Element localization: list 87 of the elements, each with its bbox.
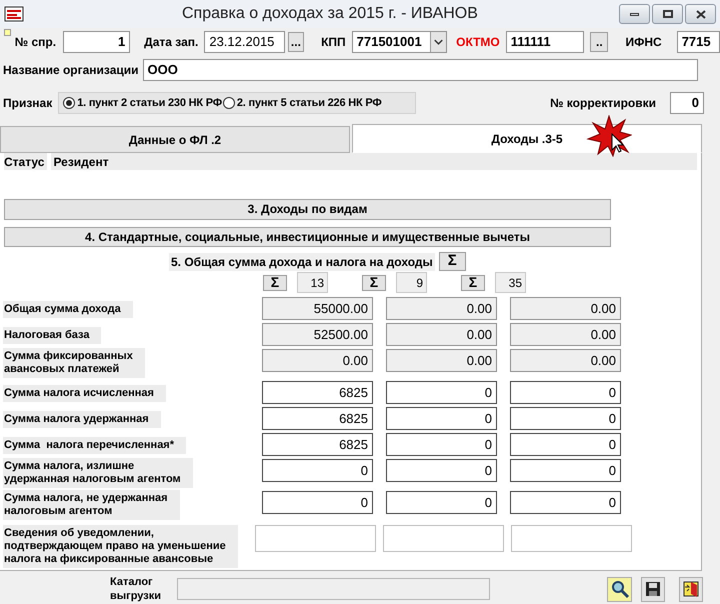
sign-label: Признак: [3, 95, 52, 112]
value-field: 0.00: [510, 349, 621, 372]
row-label: Налоговая база: [3, 327, 102, 344]
row-label: Сумма налога, не удержанная налоговым агентом: [3, 490, 180, 520]
correction-field[interactable]: 0: [670, 92, 704, 114]
row-label: Общая сумма дохода: [3, 301, 133, 318]
sum-button[interactable]: Σ: [461, 274, 485, 290]
sum-button[interactable]: Σ: [263, 274, 287, 290]
value-field[interactable]: 6825: [262, 381, 373, 404]
catalog-label: Каталог выгрузки: [110, 575, 162, 603]
value-field[interactable]: 0: [510, 491, 621, 514]
section-button[interactable]: 3. Доходы по видам: [4, 199, 611, 220]
oktmo-field[interactable]: 111111: [506, 31, 584, 53]
search-button[interactable]: [607, 576, 632, 602]
close-icon: [696, 10, 706, 18]
kpp-select[interactable]: 771501001: [352, 31, 448, 53]
maximize-icon: [662, 10, 672, 18]
sign-radio[interactable]: 2. пункт 5 статьи 226 НК РФ: [222, 94, 382, 112]
rate-field: 9: [396, 272, 427, 293]
value-field[interactable]: 0: [386, 433, 497, 456]
value-field[interactable]: [511, 525, 632, 552]
close-button[interactable]: [685, 4, 716, 24]
minimize-button[interactable]: [619, 4, 650, 24]
value-field[interactable]: 6825: [262, 433, 373, 456]
rate-field: 13: [297, 272, 328, 293]
kpp-label: КПП: [321, 34, 346, 51]
value-field[interactable]: 6825: [262, 407, 373, 430]
date-label: Дата зап.: [144, 34, 198, 51]
value-field[interactable]: 0: [510, 433, 621, 456]
row-label: Сумма налога удержанная: [3, 411, 161, 428]
value-field: 0.00: [510, 323, 621, 346]
status-value: Резидент: [51, 153, 697, 170]
flag-checkbox[interactable]: [4, 29, 11, 36]
value-field: 55000.00: [262, 297, 373, 320]
door-icon: [682, 580, 700, 598]
status-label: Статус: [4, 153, 48, 170]
section-button[interactable]: 4. Стандартные, социальные, инвестиционные и имущественные вычеты: [4, 226, 611, 247]
value-field[interactable]: [383, 525, 504, 552]
dropdown-icon: [430, 32, 446, 52]
sum-button[interactable]: Σ: [438, 252, 466, 271]
app-icon: [4, 6, 24, 22]
value-field[interactable]: 0: [510, 407, 621, 430]
cursor-icon: [611, 133, 624, 153]
date-field[interactable]: 23.12.2015: [204, 31, 285, 53]
value-field[interactable]: [255, 525, 376, 552]
organization-field[interactable]: ООО: [142, 59, 698, 81]
value-field[interactable]: 0: [386, 491, 497, 514]
value-field[interactable]: 0: [262, 459, 373, 482]
value-field: 0.00: [386, 297, 497, 320]
value-field[interactable]: 0: [510, 381, 621, 404]
value-field[interactable]: 0: [386, 407, 497, 430]
sum-button[interactable]: Σ: [362, 274, 386, 290]
minimize-icon: [630, 12, 639, 16]
oktmo-label: ОКТМО: [456, 34, 500, 51]
exit-button[interactable]: [679, 576, 703, 602]
tab[interactable]: Доходы .3-5: [352, 124, 702, 153]
row-label: Сумма налога перечисленная*: [3, 437, 186, 454]
value-field[interactable]: 0: [386, 381, 497, 404]
ifns-label: ИФНС: [625, 34, 662, 51]
row-label: Сумма налога, излишне удержанная налоговым агентом: [3, 458, 193, 488]
organization-label: Название организации: [3, 62, 139, 79]
row-label: Сумма налога исчисленная: [3, 385, 166, 402]
maximize-button[interactable]: [652, 4, 683, 24]
number-label: № спр.: [14, 34, 56, 51]
value-field[interactable]: 0: [386, 459, 497, 482]
tab[interactable]: Данные о ФЛ .2: [0, 126, 350, 153]
correction-label: № корректировки: [550, 95, 656, 112]
value-field: 52500.00: [262, 323, 373, 346]
row-label: Сумма фиксированных авансовых платежей: [3, 348, 145, 378]
value-field[interactable]: 0: [510, 459, 621, 482]
section-title: 5. Общая сумма дохода и налога на доходы: [169, 252, 435, 270]
value-field: 0.00: [510, 297, 621, 320]
ifns-field[interactable]: 7715: [676, 31, 720, 53]
date-picker-button[interactable]: ...: [288, 32, 304, 52]
number-field[interactable]: 1: [63, 31, 130, 53]
search-icon: [610, 579, 630, 599]
sign-radio[interactable]: 1. пункт 2 статьи 230 НК РФ: [63, 94, 222, 112]
save-button[interactable]: [641, 576, 665, 602]
catalog-field[interactable]: [177, 578, 490, 600]
value-field[interactable]: 0: [262, 491, 373, 514]
window-title: Справка о доходах за 2015 г. - ИВАНОВ: [182, 4, 478, 24]
rate-field: 35: [495, 272, 526, 293]
oktmo-picker-button[interactable]: ..: [590, 32, 608, 52]
value-field: 0.00: [386, 349, 497, 372]
value-field: 0.00: [386, 323, 497, 346]
value-field: 0.00: [262, 349, 373, 372]
row-label: Сведения об уведомлении, подтверждающем право на уменьшение налога на фиксированные авансовые: [3, 525, 238, 568]
